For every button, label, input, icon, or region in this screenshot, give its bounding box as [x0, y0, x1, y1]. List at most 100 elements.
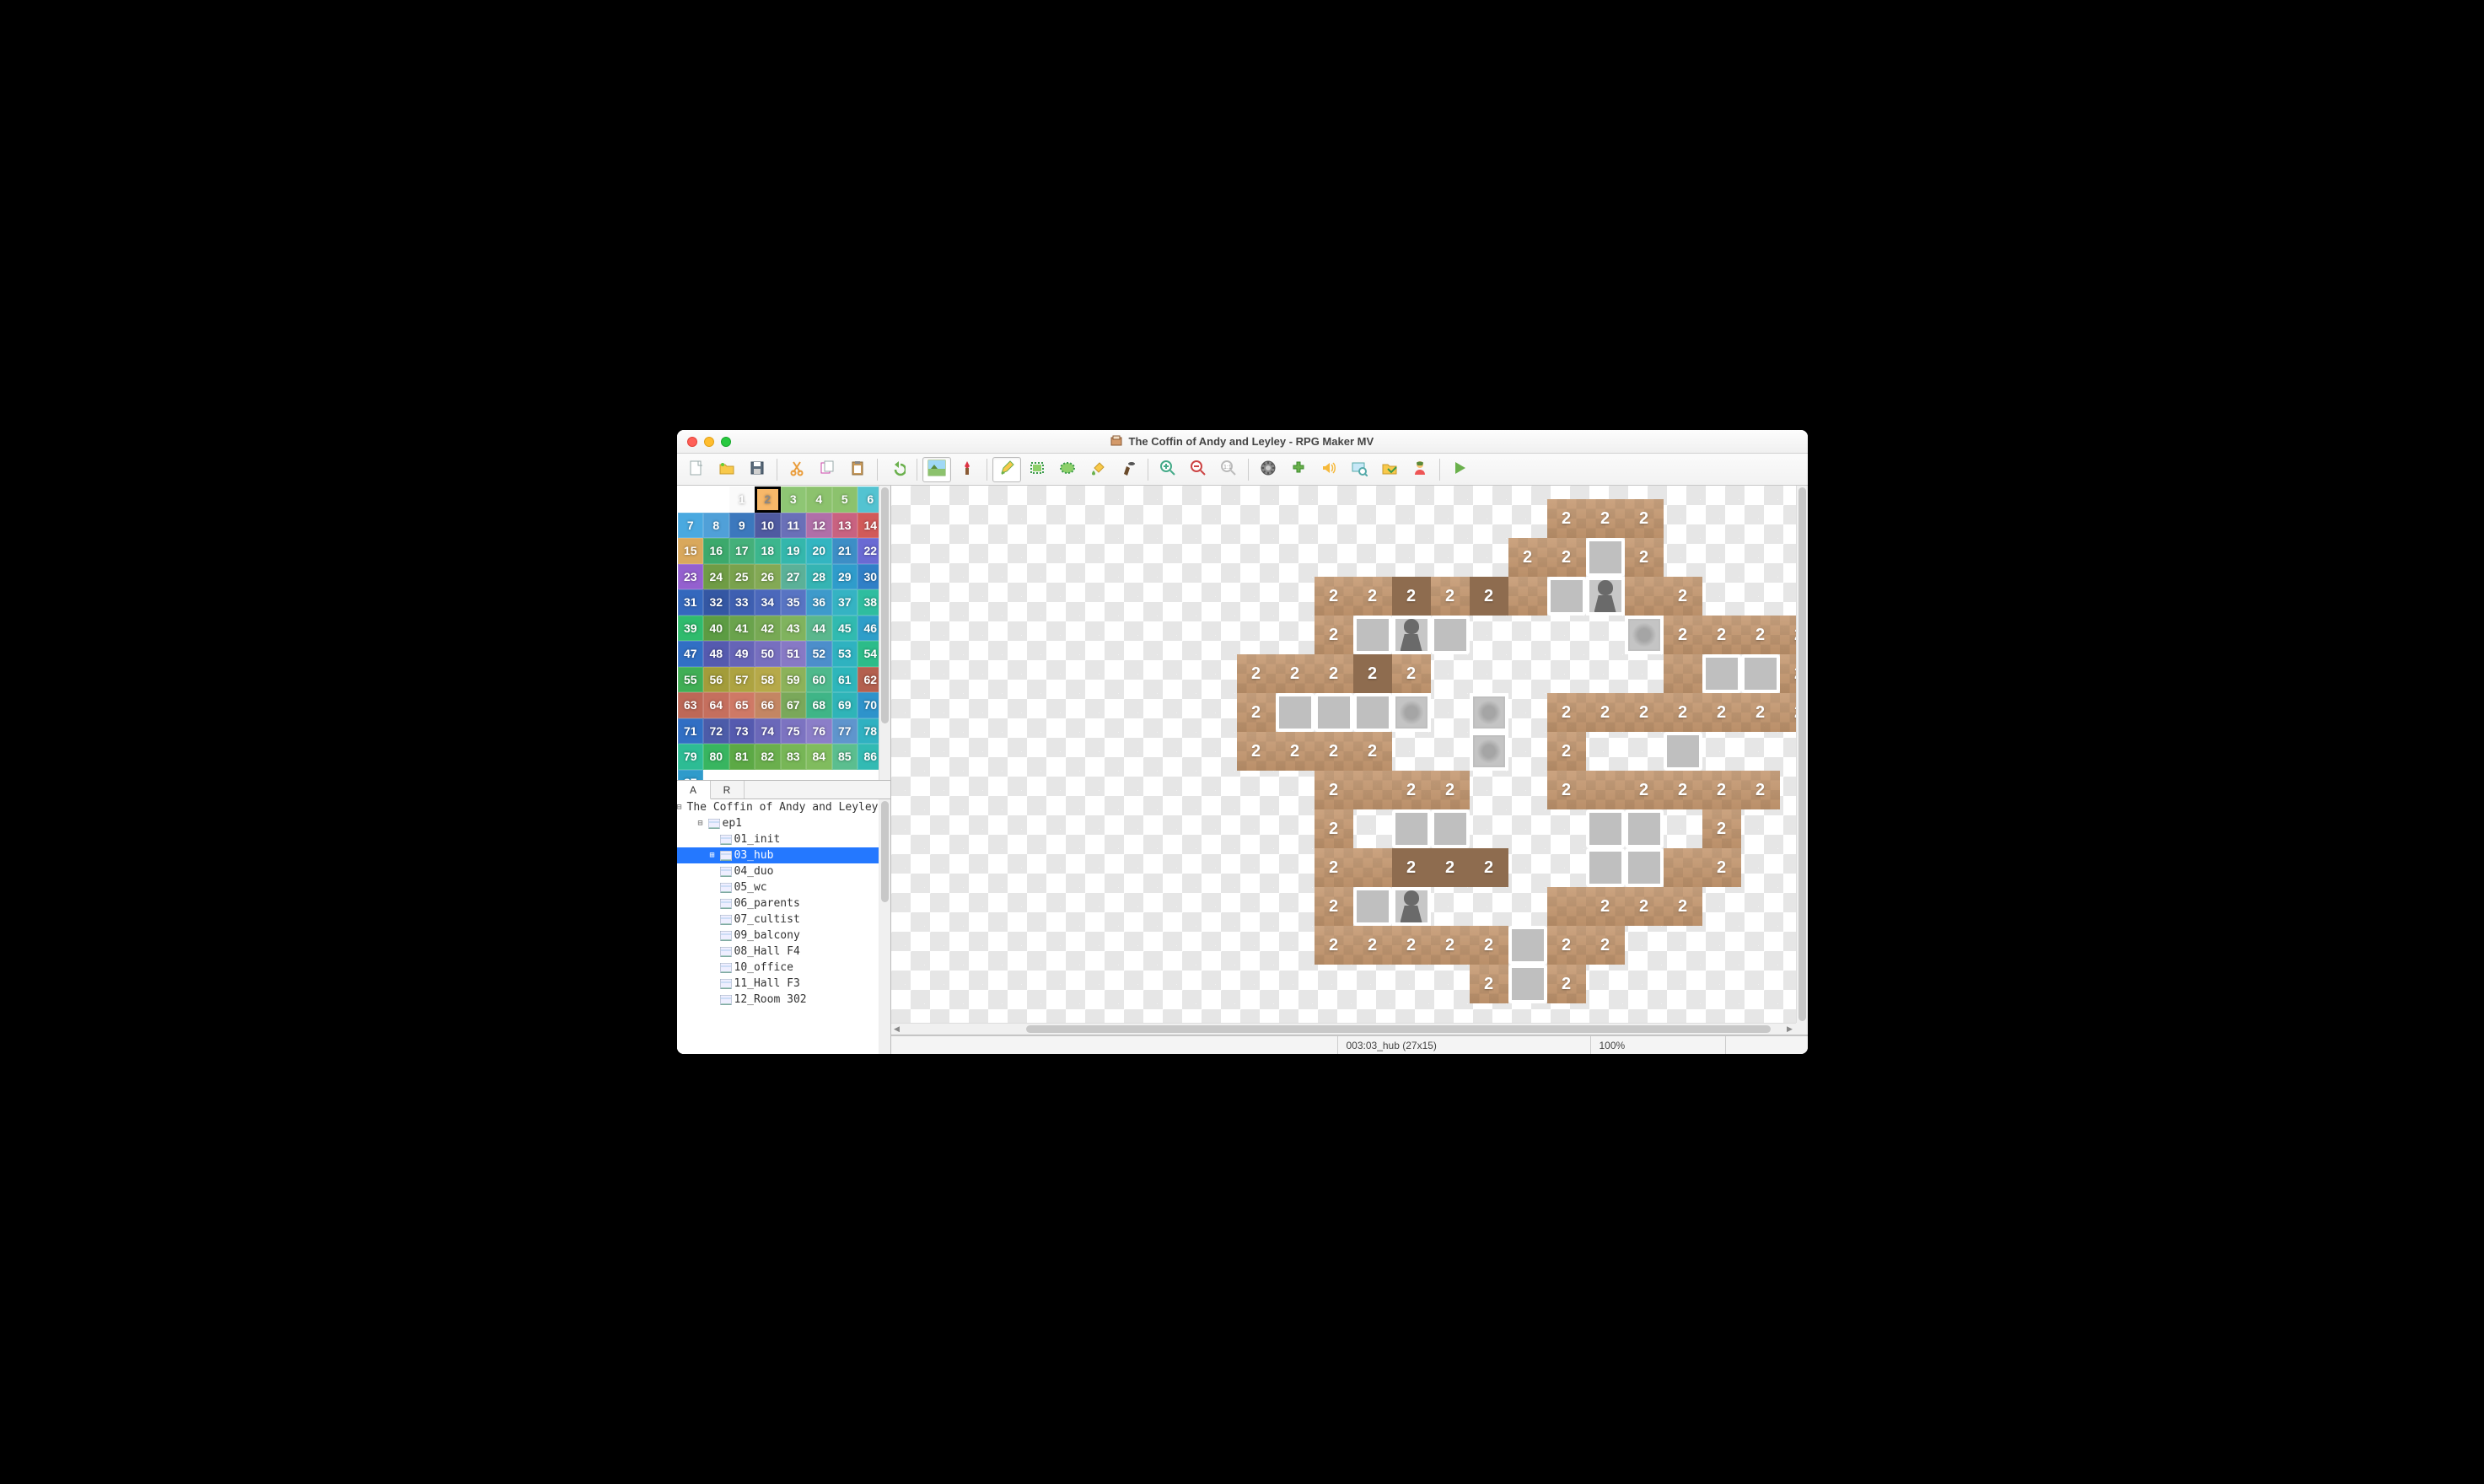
- region-tile-87[interactable]: 87: [678, 770, 704, 782]
- map-cell-10-12[interactable]: 2: [1353, 926, 1392, 965]
- map-cell-11-9[interactable]: [1392, 809, 1431, 848]
- region-tile-82[interactable]: 82: [755, 744, 781, 770]
- map-cell-12-10[interactable]: 2: [1431, 848, 1470, 887]
- region-tile-1[interactable]: 1: [729, 487, 755, 513]
- region-tile-60[interactable]: 60: [806, 667, 832, 693]
- region-tile-36[interactable]: 36: [806, 589, 832, 616]
- map-cell-10-6[interactable]: [1353, 693, 1392, 732]
- tree-item-03_hub[interactable]: ⊞03_hub: [677, 847, 890, 863]
- map-cell-18-10[interactable]: [1664, 848, 1702, 887]
- floodfill-button[interactable]: [1083, 457, 1112, 482]
- map-cell-10-3[interactable]: 2: [1353, 577, 1392, 616]
- map-cell-10-11[interactable]: [1353, 887, 1392, 926]
- region-tile-41[interactable]: 41: [729, 616, 755, 642]
- map-cell-9-8[interactable]: 2: [1315, 771, 1353, 809]
- region-tile-45[interactable]: 45: [832, 616, 858, 642]
- map-cell-15-8[interactable]: 2: [1547, 771, 1586, 809]
- search-button[interactable]: [1345, 457, 1374, 482]
- region-tile-19[interactable]: 19: [781, 538, 807, 564]
- tileset-palette[interactable]: 1234567891011121314151617181920212223242…: [677, 486, 890, 781]
- tree-item-07_cultist[interactable]: 07_cultist: [677, 911, 890, 928]
- copy-button[interactable]: [813, 457, 841, 482]
- map-cell-9-10[interactable]: 2: [1315, 848, 1353, 887]
- region-tile-47[interactable]: 47: [678, 641, 704, 667]
- map-cell-15-11[interactable]: [1547, 887, 1586, 926]
- region-tile-48[interactable]: 48: [703, 641, 729, 667]
- map-cell-21-5[interactable]: 2: [1780, 654, 1796, 693]
- region-tile-77[interactable]: 77: [832, 718, 858, 745]
- map-cell-20-8[interactable]: 2: [1741, 771, 1780, 809]
- tree-item-ep1[interactable]: ⊟ep1: [677, 815, 890, 831]
- region-tile-67[interactable]: 67: [781, 692, 807, 718]
- map-cell-17-2[interactable]: 2: [1625, 538, 1664, 577]
- tree-item-10_office[interactable]: 10_office: [677, 960, 890, 976]
- region-tile-26[interactable]: 26: [755, 564, 781, 590]
- region-tile-52[interactable]: 52: [806, 641, 832, 667]
- region-tile-51[interactable]: 51: [781, 641, 807, 667]
- tree-item-12_Room-302[interactable]: 12_Room 302: [677, 992, 890, 1008]
- map-cell-9-3[interactable]: 2: [1315, 577, 1353, 616]
- map-cell-10-7[interactable]: 2: [1353, 732, 1392, 771]
- map-cell-18-8[interactable]: 2: [1664, 771, 1702, 809]
- map-cell-9-4[interactable]: 2: [1315, 616, 1353, 654]
- zoom-out-button[interactable]: [1184, 457, 1212, 482]
- region-tile-61[interactable]: 61: [832, 667, 858, 693]
- map-cell-16-12[interactable]: 2: [1586, 926, 1625, 965]
- map-cell-19-4[interactable]: 2: [1702, 616, 1741, 654]
- close-window-button[interactable]: [687, 437, 697, 447]
- map-cell-13-7[interactable]: [1470, 732, 1508, 771]
- map-cell-7-5[interactable]: 2: [1237, 654, 1276, 693]
- tile-blank[interactable]: [703, 487, 729, 513]
- map-cell-15-13[interactable]: 2: [1547, 965, 1586, 1003]
- region-tile-68[interactable]: 68: [806, 692, 832, 718]
- map-tree[interactable]: ⊟The Coffin of Andy and Leyley⊟ep101_ini…: [677, 799, 890, 1054]
- region-tile-84[interactable]: 84: [806, 744, 832, 770]
- region-tile-57[interactable]: 57: [729, 667, 755, 693]
- tileset-tab-R[interactable]: R: [711, 781, 745, 798]
- region-tile-5[interactable]: 5: [832, 487, 858, 513]
- region-tile-56[interactable]: 56: [703, 667, 729, 693]
- region-tile-35[interactable]: 35: [781, 589, 807, 616]
- map-cell-16-10[interactable]: [1586, 848, 1625, 887]
- map-cell-19-6[interactable]: 2: [1702, 693, 1741, 732]
- region-tile-15[interactable]: 15: [678, 538, 704, 564]
- map-cell-21-6[interactable]: 2: [1780, 693, 1796, 732]
- region-tile-53[interactable]: 53: [832, 641, 858, 667]
- minimize-window-button[interactable]: [704, 437, 714, 447]
- map-cell-15-7[interactable]: 2: [1547, 732, 1586, 771]
- map-cell-20-4[interactable]: 2: [1741, 616, 1780, 654]
- region-tile-59[interactable]: 59: [781, 667, 807, 693]
- map-cell-15-3[interactable]: [1547, 577, 1586, 616]
- map-cell-14-2[interactable]: 2: [1508, 538, 1547, 577]
- region-tile-23[interactable]: 23: [678, 564, 704, 590]
- map-cell-20-5[interactable]: [1741, 654, 1780, 693]
- region-tile-74[interactable]: 74: [755, 718, 781, 745]
- map-cell-10-4[interactable]: [1353, 616, 1392, 654]
- map-cell-16-3[interactable]: [1586, 577, 1625, 616]
- map-cell-19-8[interactable]: 2: [1702, 771, 1741, 809]
- tree-root[interactable]: ⊟The Coffin of Andy and Leyley: [677, 799, 890, 815]
- region-tile-37[interactable]: 37: [832, 589, 858, 616]
- region-tile-18[interactable]: 18: [755, 538, 781, 564]
- region-tile-8[interactable]: 8: [703, 513, 729, 539]
- map-cell-17-11[interactable]: 2: [1625, 887, 1664, 926]
- ellipse-button[interactable]: [1053, 457, 1082, 482]
- map-cell-13-13[interactable]: 2: [1470, 965, 1508, 1003]
- map-cell-8-6[interactable]: [1276, 693, 1315, 732]
- region-tile-24[interactable]: 24: [703, 564, 729, 590]
- map-cell-10-5[interactable]: 2: [1353, 654, 1392, 693]
- map-cell-12-12[interactable]: 2: [1431, 926, 1470, 965]
- event-mode-button[interactable]: [953, 457, 981, 482]
- map-cell-11-6[interactable]: [1392, 693, 1431, 732]
- map-cell-12-9[interactable]: [1431, 809, 1470, 848]
- region-tile-4[interactable]: 4: [806, 487, 832, 513]
- save-button[interactable]: [743, 457, 772, 482]
- region-tile-71[interactable]: 71: [678, 718, 704, 745]
- map-cell-17-9[interactable]: [1625, 809, 1664, 848]
- region-tile-63[interactable]: 63: [678, 692, 704, 718]
- pencil-button[interactable]: [992, 457, 1021, 482]
- map-cell-20-6[interactable]: 2: [1741, 693, 1780, 732]
- region-tile-21[interactable]: 21: [832, 538, 858, 564]
- region-tile-42[interactable]: 42: [755, 616, 781, 642]
- map-cell-15-12[interactable]: 2: [1547, 926, 1586, 965]
